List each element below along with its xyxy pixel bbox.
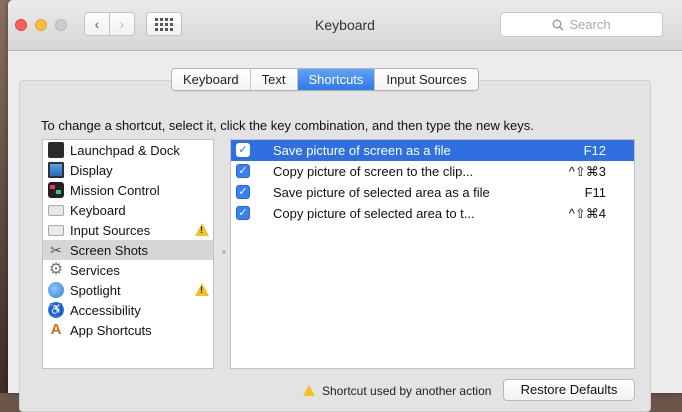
titlebar: ‹ › Keyboard Search — [8, 0, 682, 51]
category-label: Services — [70, 262, 120, 278]
tab-input-sources[interactable]: Input Sources — [375, 69, 478, 90]
accessibility-icon: ♿ — [48, 302, 64, 318]
category-keyboard[interactable]: Keyboard — [43, 200, 213, 220]
category-accessibility[interactable]: ♿ Accessibility — [43, 300, 213, 320]
category-label: Launchpad & Dock — [70, 142, 180, 158]
app-shortcuts-icon: A — [50, 321, 62, 338]
show-all-button[interactable] — [146, 12, 182, 36]
shortcut-checkbox[interactable]: ✓ — [236, 143, 250, 157]
instruction-text: To change a shortcut, select it, click t… — [41, 118, 534, 133]
shortcut-checkbox[interactable]: ✓ — [236, 206, 250, 220]
back-button[interactable]: ‹ — [84, 12, 110, 36]
shortcut-list: ✓ Save picture of screen as a file F12 ✓… — [230, 139, 635, 369]
tab-text[interactable]: Text — [250, 69, 298, 90]
category-label: Display — [70, 162, 113, 178]
close-button[interactable] — [15, 19, 27, 31]
shortcut-checkbox[interactable]: ✓ — [236, 164, 250, 178]
gear-icon: ⚙ — [48, 261, 64, 278]
search-placeholder: Search — [569, 17, 611, 32]
tab-shortcuts[interactable]: Shortcuts — [297, 69, 376, 90]
warning-icon — [195, 223, 209, 236]
search-icon — [552, 19, 564, 31]
category-label: Spotlight — [70, 282, 121, 298]
warning-icon — [195, 283, 209, 296]
category-mission-control[interactable]: Mission Control — [43, 180, 213, 200]
chevron-right-icon: › — [119, 16, 125, 32]
input-sources-icon — [48, 224, 64, 236]
spotlight-icon — [48, 282, 64, 298]
shortcut-keys[interactable]: F12 — [584, 143, 606, 158]
category-label: Screen Shots — [70, 242, 149, 258]
category-app-shortcuts[interactable]: A App Shortcuts — [43, 320, 213, 340]
category-spotlight[interactable]: Spotlight — [43, 280, 213, 300]
category-launchpad-dock[interactable]: Launchpad & Dock — [43, 140, 213, 160]
split-handle[interactable] — [222, 250, 226, 254]
shortcut-label: Save picture of screen as a file — [273, 143, 451, 158]
search-input[interactable]: Search — [500, 12, 663, 37]
shortcut-keys[interactable]: ^⇧⌘4 — [569, 206, 606, 222]
category-label: Accessibility — [70, 302, 141, 318]
tab-keyboard[interactable]: Keyboard — [172, 69, 251, 90]
shortcut-label: Save picture of selected area as a file — [273, 185, 490, 200]
launchpad-icon — [48, 142, 64, 158]
mission-control-icon — [48, 182, 64, 198]
category-label: App Shortcuts — [70, 322, 152, 338]
shortcut-keys[interactable]: ^⇧⌘3 — [569, 164, 606, 180]
conflict-legend: Shortcut used by another action — [322, 384, 492, 398]
zoom-button[interactable] — [55, 19, 67, 31]
shortcut-row[interactable]: ✓ Copy picture of selected area to t... … — [231, 203, 634, 224]
forward-button[interactable]: › — [109, 12, 135, 36]
category-list: Launchpad & Dock Display Mission Control… — [42, 139, 214, 369]
keyboard-icon — [48, 204, 64, 216]
category-input-sources[interactable]: Input Sources — [43, 220, 213, 240]
warning-icon — [303, 385, 315, 396]
shortcut-row[interactable]: ✓ Copy picture of screen to the clip... … — [231, 161, 634, 182]
category-services[interactable]: ⚙ Services — [43, 260, 213, 280]
minimize-button[interactable] — [35, 19, 47, 31]
category-label: Input Sources — [70, 222, 151, 238]
shortcut-label: Copy picture of selected area to t... — [273, 206, 475, 221]
category-label: Mission Control — [70, 182, 160, 198]
restore-defaults-button[interactable]: Restore Defaults — [503, 379, 635, 401]
grid-icon — [155, 17, 173, 31]
display-icon — [48, 162, 64, 178]
shortcut-label: Copy picture of screen to the clip... — [273, 164, 474, 179]
category-label: Keyboard — [70, 202, 126, 218]
category-display[interactable]: Display — [43, 160, 213, 180]
shortcut-row[interactable]: ✓ Save picture of selected area as a fil… — [231, 182, 634, 203]
category-screen-shots[interactable]: ✂ Screen Shots — [43, 240, 213, 260]
shortcut-row[interactable]: ✓ Save picture of screen as a file F12 — [231, 140, 634, 161]
chevron-left-icon: ‹ — [94, 16, 100, 32]
shortcut-checkbox[interactable]: ✓ — [236, 185, 250, 199]
shortcut-keys[interactable]: F11 — [585, 185, 606, 200]
screenshot-icon: ✂ — [50, 242, 62, 258]
tab-bar: Keyboard Text Shortcuts Input Sources — [171, 68, 479, 91]
